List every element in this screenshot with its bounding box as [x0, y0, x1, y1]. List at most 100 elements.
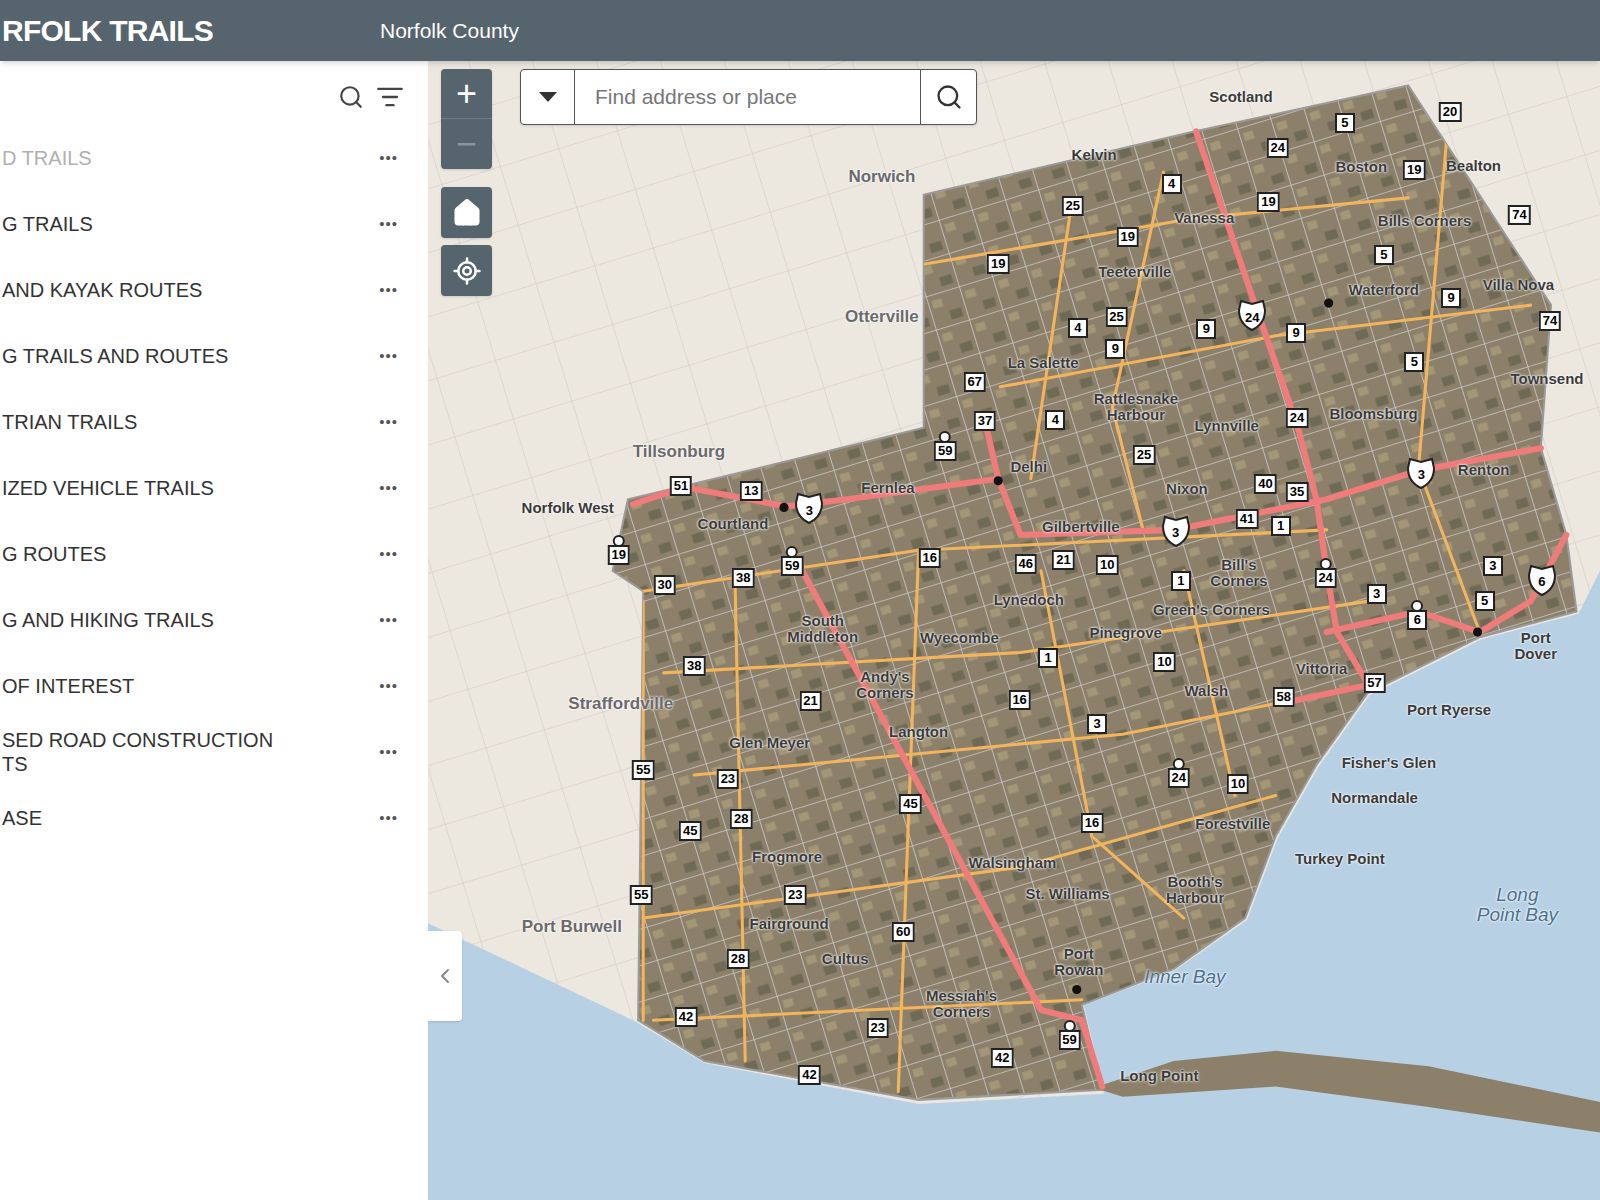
county-road-shield: 4	[1068, 318, 1088, 338]
layer-menu-button[interactable]: •••	[379, 279, 398, 302]
place-label: Bealton	[1446, 158, 1501, 174]
county-road-shield: 5	[1374, 245, 1394, 265]
county-road-shield: 28	[727, 949, 749, 969]
place-label: La Salette	[1008, 355, 1079, 371]
search-button[interactable]	[920, 70, 976, 124]
zoom-control: +−	[441, 69, 492, 169]
zoom-in-button[interactable]: +	[441, 69, 492, 119]
county-road-shield: 13	[740, 481, 762, 501]
place-label: Teeterville	[1098, 265, 1171, 281]
county-road-shield: 5	[1475, 591, 1495, 611]
place-label: Fairground	[749, 916, 828, 932]
place-label: Vanessa	[1174, 210, 1234, 226]
map-canvas	[428, 61, 1600, 1200]
county-road-shield: 35	[1286, 482, 1308, 502]
county-road-shield: 1	[1171, 571, 1191, 591]
layer-menu-button[interactable]: •••	[379, 147, 398, 170]
chevron-left-icon	[433, 964, 457, 988]
place-label: Bill's Corners	[1210, 557, 1268, 589]
layer-menu-button[interactable]: •••	[379, 213, 398, 236]
layer-menu-button[interactable]: •••	[379, 675, 398, 698]
place-label: Renton	[1458, 462, 1510, 478]
county-road-shield: 25	[1133, 445, 1155, 465]
layer-menu-button[interactable]: •••	[379, 741, 398, 764]
place-label: Kelvin	[1072, 147, 1117, 163]
layer-menu-button[interactable]: •••	[379, 543, 398, 566]
county-road-shield: 46	[1014, 554, 1036, 574]
layer-item[interactable]: G AND HIKING TRAILS•••	[0, 587, 428, 653]
layer-item[interactable]: IZED VEHICLE TRAILS•••	[0, 455, 428, 521]
map-view[interactable]: 2052419744251919519249744259995673742459…	[428, 61, 1600, 1200]
county-road-shield: 19	[987, 254, 1009, 274]
place-label: Otterville	[845, 308, 919, 326]
layer-item[interactable]: G ROUTES•••	[0, 521, 428, 587]
county-road-shield: 5	[1404, 352, 1424, 372]
app: RFOLK TRAILSNorfolk CountyD TRAILS•••G T…	[0, 0, 1600, 1200]
county-road-shield: 41	[1236, 509, 1258, 529]
home-button[interactable]	[441, 187, 492, 238]
layer-menu-button[interactable]: •••	[379, 411, 398, 434]
place-label: Fernlea	[861, 480, 914, 496]
layer-item[interactable]: G TRAILS•••	[0, 191, 428, 257]
county-road-shield: 16	[1081, 813, 1103, 833]
highway-shield: 3	[794, 491, 824, 525]
search-source-dropdown[interactable]	[521, 70, 575, 124]
county-road-shield: 28	[730, 809, 752, 829]
highway-shield: 3	[1161, 514, 1191, 548]
place-label: Turkey Point	[1295, 851, 1385, 867]
county-road-shield: 42	[991, 1048, 1013, 1068]
county-road-shield: 3	[1087, 714, 1107, 734]
county-road-shield: 74	[1539, 311, 1561, 331]
place-label: Booth's Harbour	[1166, 875, 1224, 907]
county-road-shield: 4	[1162, 174, 1182, 194]
place-label: Rattlesnake Harbour	[1094, 392, 1178, 424]
place-label: Vittoria	[1296, 661, 1347, 677]
sidebar: D TRAILS•••G TRAILS•••AND KAYAK ROUTES••…	[0, 61, 428, 1200]
layer-item[interactable]: G TRAILS AND ROUTES•••	[0, 323, 428, 389]
layer-menu-button[interactable]: •••	[379, 345, 398, 368]
county-road-shield: 51	[670, 476, 692, 496]
county-road-shield: 21	[1052, 550, 1074, 570]
place-label: Bloomsburg	[1329, 407, 1417, 423]
layer-item[interactable]: OF INTEREST•••	[0, 653, 428, 719]
place-label: Boston	[1335, 159, 1387, 175]
county-road-shield: 16	[919, 548, 941, 568]
layer-item[interactable]: SED ROAD CONSTRUCTION TS•••	[0, 719, 428, 785]
county-road-shield: 67	[963, 372, 985, 392]
place-label: Norfolk West	[522, 501, 614, 517]
search-icon[interactable]	[338, 84, 364, 110]
county-road-shield: 42	[798, 1065, 820, 1085]
layer-item[interactable]: D TRAILS•••	[0, 125, 428, 191]
place-label: Tillsonburg	[633, 443, 725, 461]
place-label: Long Point	[1120, 1069, 1198, 1085]
search-input[interactable]	[575, 70, 920, 124]
layer-item[interactable]: TRIAN TRAILS•••	[0, 389, 428, 455]
place-label: Walsingham	[969, 855, 1057, 871]
layer-item[interactable]: AND KAYAK ROUTES•••	[0, 257, 428, 323]
county-road-shield: 4	[1045, 410, 1065, 430]
secondary-shield: 59	[1058, 1020, 1080, 1050]
place-label: Andy's Corners	[856, 669, 914, 701]
county-road-shield: 37	[974, 411, 996, 431]
layer-menu-button[interactable]: •••	[379, 609, 398, 632]
county-road-shield: 20	[1439, 102, 1461, 122]
county-road-shield: 19	[1116, 227, 1138, 247]
place-label: Port Rowan	[1054, 946, 1103, 978]
collapse-panel-button[interactable]	[428, 931, 462, 1021]
county-road-shield: 9	[1196, 319, 1216, 339]
zoom-out-button[interactable]: −	[441, 119, 492, 169]
county-road-shield: 24	[1266, 138, 1288, 158]
secondary-shield: 24	[1314, 558, 1336, 588]
sidebar-toolbar	[0, 61, 428, 125]
layer-menu-button[interactable]: •••	[379, 807, 398, 830]
county-road-shield: 24	[1286, 408, 1308, 428]
layer-item[interactable]: ASE•••	[0, 785, 428, 851]
place-label: Straffordville	[568, 695, 673, 713]
locate-button[interactable]	[441, 245, 492, 296]
search-icon	[935, 83, 963, 111]
dropdown-arrow-icon	[538, 91, 558, 103]
county-road-shield: 19	[1403, 160, 1425, 180]
filter-icon[interactable]	[376, 83, 404, 111]
place-label: Port Ryerse	[1407, 702, 1491, 718]
layer-menu-button[interactable]: •••	[379, 477, 398, 500]
